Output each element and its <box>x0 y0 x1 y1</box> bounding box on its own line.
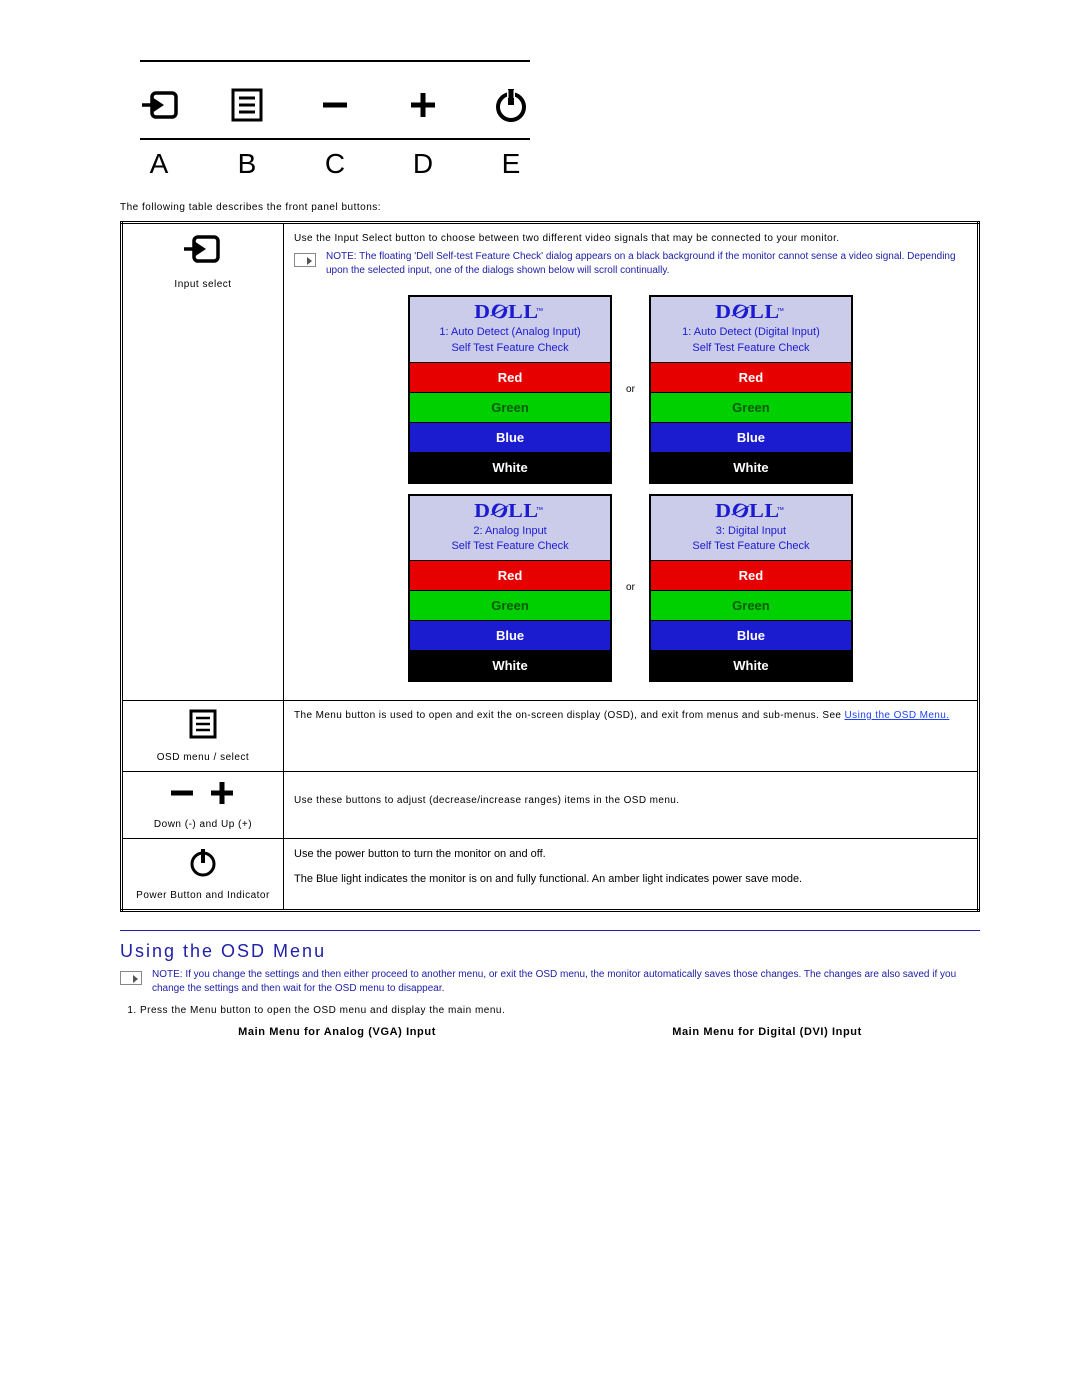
bar-red: Red <box>651 362 851 392</box>
osd-note: NOTE: If you change the settings and the… <box>152 968 980 995</box>
bar-green: Green <box>410 392 610 422</box>
bar-white: White <box>410 650 610 680</box>
power-icon <box>133 847 273 880</box>
osd-menu-caption: OSD menu / select <box>133 752 273 763</box>
minus-plus-icon <box>133 780 273 809</box>
fp-label-e: E <box>492 148 530 180</box>
plus-icon <box>404 87 442 126</box>
stbox3-line1: 2: Analog Input <box>410 525 610 539</box>
bar-red: Red <box>410 362 610 392</box>
dell-logo: DØLL <box>474 500 539 523</box>
or-label: or <box>622 291 639 488</box>
stbox2-line1: 1: Auto Detect (Digital Input) <box>651 326 851 340</box>
note-icon <box>120 971 142 985</box>
fp-label-d: D <box>404 148 442 180</box>
bar-green: Green <box>410 590 610 620</box>
front-panel-table: Input select Use the Input Select button… <box>120 221 980 912</box>
osd-menu-desc: The Menu button is used to open and exit… <box>294 710 845 721</box>
power-caption: Power Button and Indicator <box>133 890 273 901</box>
main-menu-analog-label: Main Menu for Analog (VGA) Input <box>238 1026 436 1038</box>
input-select-icon <box>140 87 178 126</box>
bar-red: Red <box>410 560 610 590</box>
bar-white: White <box>410 452 610 482</box>
using-osd-menu-link[interactable]: Using the OSD Menu. <box>845 710 950 721</box>
bar-white: White <box>651 452 851 482</box>
fp-label-b: B <box>228 148 266 180</box>
stbox2-line2: Self Test Feature Check <box>651 342 851 356</box>
osd-step-1: Press the Menu button to open the OSD me… <box>140 1005 980 1016</box>
fp-label-c: C <box>316 148 354 180</box>
stbox3-line2: Self Test Feature Check <box>410 540 610 554</box>
front-panel-diagram: A B C D E <box>140 60 530 180</box>
dell-logo: DØLL <box>715 500 780 523</box>
self-test-box-2: DØLL™ 1: Auto Detect (Digital Input) Sel… <box>649 295 853 484</box>
intro-text: The following table describes the front … <box>120 202 980 213</box>
using-osd-heading: Using the OSD Menu <box>120 941 980 962</box>
dell-logo: DØLL <box>715 301 780 324</box>
stbox1-line1: 1: Auto Detect (Analog Input) <box>410 326 610 340</box>
dell-logo: DØLL <box>474 301 539 324</box>
fp-label-a: A <box>140 148 178 180</box>
power-line1: Use the power button to turn the monitor… <box>294 847 967 862</box>
input-select-note: NOTE: The floating 'Dell Self-test Featu… <box>326 250 967 277</box>
power-line2: The Blue light indicates the monitor is … <box>294 872 967 887</box>
bar-green: Green <box>651 590 851 620</box>
down-up-caption: Down (-) and Up (+) <box>133 819 273 830</box>
or-label: or <box>622 490 639 687</box>
self-test-box-4: DØLL™ 3: Digital Input Self Test Feature… <box>649 494 853 683</box>
self-test-box-3: DØLL™ 2: Analog Input Self Test Feature … <box>408 494 612 683</box>
stbox1-line2: Self Test Feature Check <box>410 342 610 356</box>
note-icon <box>294 253 316 267</box>
bar-blue: Blue <box>651 422 851 452</box>
self-test-box-1: DØLL™ 1: Auto Detect (Analog Input) Self… <box>408 295 612 484</box>
main-menu-digital-label: Main Menu for Digital (DVI) Input <box>672 1026 862 1038</box>
bar-white: White <box>651 650 851 680</box>
stbox4-line1: 3: Digital Input <box>651 525 851 539</box>
menu-icon <box>228 87 266 126</box>
self-test-dialogs: DØLL™ 1: Auto Detect (Analog Input) Self… <box>398 289 863 688</box>
menu-icon <box>133 709 273 742</box>
down-up-desc: Use these buttons to adjust (decrease/in… <box>294 780 967 822</box>
stbox4-line2: Self Test Feature Check <box>651 540 851 554</box>
bar-green: Green <box>651 392 851 422</box>
bar-blue: Blue <box>410 620 610 650</box>
power-icon <box>492 87 530 126</box>
bar-red: Red <box>651 560 851 590</box>
section-divider <box>120 930 980 931</box>
input-select-caption: Input select <box>133 279 273 290</box>
input-select-icon <box>133 232 273 269</box>
minus-icon <box>316 87 354 126</box>
bar-blue: Blue <box>651 620 851 650</box>
input-select-desc: Use the Input Select button to choose be… <box>294 232 967 246</box>
bar-blue: Blue <box>410 422 610 452</box>
